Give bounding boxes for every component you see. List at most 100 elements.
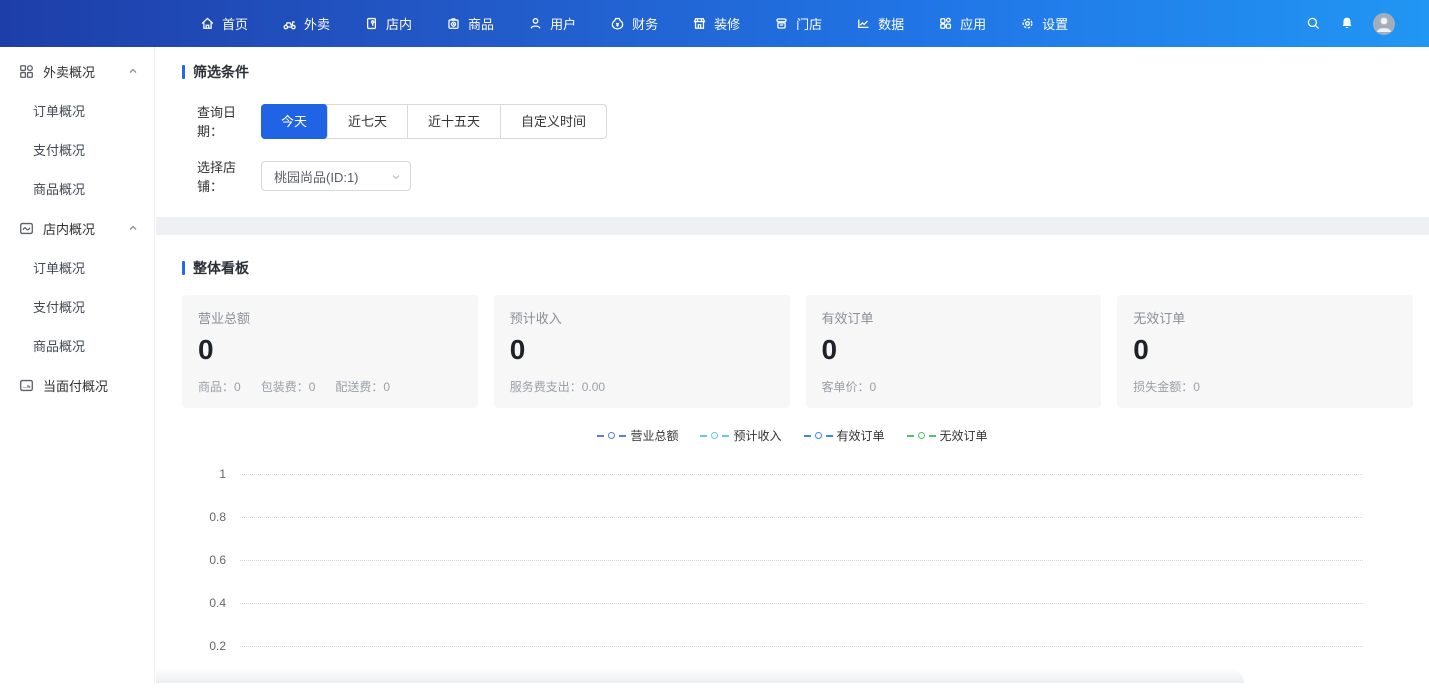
user-avatar[interactable] xyxy=(1373,13,1395,35)
nav-item-apps[interactable]: 应用 xyxy=(938,14,986,33)
date-option-7days-button[interactable]: 近七天 xyxy=(328,105,408,138)
gridline xyxy=(240,646,1363,647)
legend-marker xyxy=(700,435,707,437)
nav-label: 店内 xyxy=(386,14,412,33)
goods-icon xyxy=(446,16,461,31)
stores-icon xyxy=(774,16,789,31)
shop-filter-label: 选择店铺： xyxy=(197,157,261,195)
sidebar-group-label: 当面付概况 xyxy=(43,376,108,395)
stat-value: 0 xyxy=(510,334,774,366)
stat-card-income: 预计收入 0 服务费支出：0.00 xyxy=(494,295,790,408)
stat-cards-row: 营业总额 0 商品：0 包装费：0 配送费：0 预计收入 0 服务费支出：0.0… xyxy=(182,295,1413,408)
sidebar-item-facepay-overview[interactable]: 当面付概况 xyxy=(0,365,154,405)
nav-label: 首页 xyxy=(222,14,248,33)
gridline xyxy=(240,603,1363,604)
nav-label: 应用 xyxy=(960,14,986,33)
legend-marker xyxy=(815,432,822,439)
sidebar-group-instore-overview[interactable]: 店内概况 xyxy=(0,208,154,248)
date-option-today-button[interactable]: 今天 xyxy=(261,104,328,139)
chart-legend: 营业总额 预计收入 有效订单 无效订单 xyxy=(156,427,1429,444)
settings-icon xyxy=(1020,16,1035,31)
sidebar-group-label: 外卖概况 xyxy=(43,62,95,81)
nav-label: 用户 xyxy=(550,14,576,33)
stat-value: 0 xyxy=(198,334,462,366)
nav-item-finance[interactable]: 财务 xyxy=(610,14,658,33)
stat-card-invalid-orders: 无效订单 0 损失金额：0 xyxy=(1117,295,1413,408)
date-filter-row: 查询日期： 今天 近七天 近十五天 自定义时间 xyxy=(197,102,1429,140)
sidebar-item-instore-payments[interactable]: 支付概况 xyxy=(0,287,154,326)
legend-item-invalid-orders[interactable]: 无效订单 xyxy=(907,427,988,444)
legend-item-valid-orders[interactable]: 有效订单 xyxy=(804,427,885,444)
legend-item-income[interactable]: 预计收入 xyxy=(700,427,781,444)
nav-item-takeout[interactable]: 外卖 xyxy=(282,14,330,33)
nav-label: 商品 xyxy=(468,14,494,33)
title-accent-bar xyxy=(182,261,185,275)
y-axis-tick: 0.6 xyxy=(182,560,1363,603)
sidebar-item-instore-goods[interactable]: 商品概况 xyxy=(0,326,154,365)
section-separator xyxy=(156,217,1429,235)
facepay-icon xyxy=(19,378,34,393)
y-axis-tick: 0.8 xyxy=(182,517,1363,560)
date-range-button-group: 今天 近七天 近十五天 自定义时间 xyxy=(261,104,607,139)
chevron-down-icon xyxy=(391,172,401,182)
nav-label: 数据 xyxy=(878,14,904,33)
stat-card-valid-orders: 有效订单 0 客单价：0 xyxy=(806,295,1102,408)
legend-marker xyxy=(608,432,615,439)
gridline xyxy=(240,560,1363,561)
stat-card-revenue: 营业总额 0 商品：0 包装费：0 配送费：0 xyxy=(182,295,478,408)
legend-item-revenue[interactable]: 营业总额 xyxy=(597,427,678,444)
gridline xyxy=(240,517,1363,518)
instore-icon xyxy=(364,16,379,31)
date-option-custom-button[interactable]: 自定义时间 xyxy=(501,105,606,138)
nav-label: 门店 xyxy=(796,14,822,33)
sidebar-item-takeout-goods[interactable]: 商品概况 xyxy=(0,169,154,208)
nav-item-stores[interactable]: 门店 xyxy=(774,14,822,33)
nav-label: 装修 xyxy=(714,14,740,33)
nav-item-users[interactable]: 用户 xyxy=(528,14,576,33)
data-icon xyxy=(856,16,871,31)
grid-icon xyxy=(19,64,34,79)
legend-marker xyxy=(597,435,604,437)
sidebar-item-takeout-payments[interactable]: 支付概况 xyxy=(0,130,154,169)
legend-marker xyxy=(929,435,936,437)
nav-item-goods[interactable]: 商品 xyxy=(446,14,494,33)
search-icon[interactable] xyxy=(1306,16,1321,31)
date-option-15days-button[interactable]: 近十五天 xyxy=(408,105,501,138)
overview-section-title: 整体看板 xyxy=(182,258,1429,278)
users-icon xyxy=(528,16,543,31)
chevron-up-icon xyxy=(128,66,138,76)
overview-panel: 整体看板 营业总额 0 商品：0 包装费：0 配送费：0 预计收入 0 服务费支… xyxy=(156,258,1429,689)
sidebar-group-takeout-overview[interactable]: 外卖概况 xyxy=(0,51,154,91)
top-nav: 首页 外卖 店内 商品 用户 财务 装修 门店 数据 应用 设置 xyxy=(0,0,1429,47)
shop-select[interactable]: 桃园尚品(ID:1) xyxy=(261,161,411,191)
overview-line-chart: 1 0.8 0.6 0.4 0.2 xyxy=(182,474,1363,689)
gridline xyxy=(240,474,1363,475)
shop-filter-row: 选择店铺： 桃园尚品(ID:1) xyxy=(197,157,1429,195)
nav-item-data[interactable]: 数据 xyxy=(856,14,904,33)
sidebar-item-takeout-orders[interactable]: 订单概况 xyxy=(0,91,154,130)
legend-marker xyxy=(619,435,626,437)
nav-item-instore[interactable]: 店内 xyxy=(364,14,412,33)
notification-bell-icon[interactable] xyxy=(1340,16,1354,31)
legend-marker xyxy=(826,435,833,437)
legend-marker xyxy=(804,435,811,437)
legend-marker xyxy=(907,435,914,437)
finance-icon xyxy=(610,16,625,31)
wave-chart-icon xyxy=(19,221,34,236)
filter-panel: 筛选条件 查询日期： 今天 近七天 近十五天 自定义时间 选择店铺： 桃园尚品(… xyxy=(156,62,1429,195)
filter-section-title: 筛选条件 xyxy=(182,62,1429,82)
nav-item-settings[interactable]: 设置 xyxy=(1020,14,1068,33)
nav-label: 外卖 xyxy=(304,14,330,33)
apps-icon xyxy=(938,16,953,31)
nav-item-decorate[interactable]: 装修 xyxy=(692,14,740,33)
nav-item-home[interactable]: 首页 xyxy=(200,14,248,33)
stat-value: 0 xyxy=(1133,334,1397,366)
main-content: 筛选条件 查询日期： 今天 近七天 近十五天 自定义时间 选择店铺： 桃园尚品(… xyxy=(156,47,1429,683)
home-icon xyxy=(200,16,215,31)
title-accent-bar xyxy=(182,65,185,79)
decorate-icon xyxy=(692,16,707,31)
takeout-icon xyxy=(282,16,297,31)
nav-label: 设置 xyxy=(1042,14,1068,33)
y-axis-tick: 0.4 xyxy=(182,603,1363,646)
sidebar-item-instore-orders[interactable]: 订单概况 xyxy=(0,248,154,287)
